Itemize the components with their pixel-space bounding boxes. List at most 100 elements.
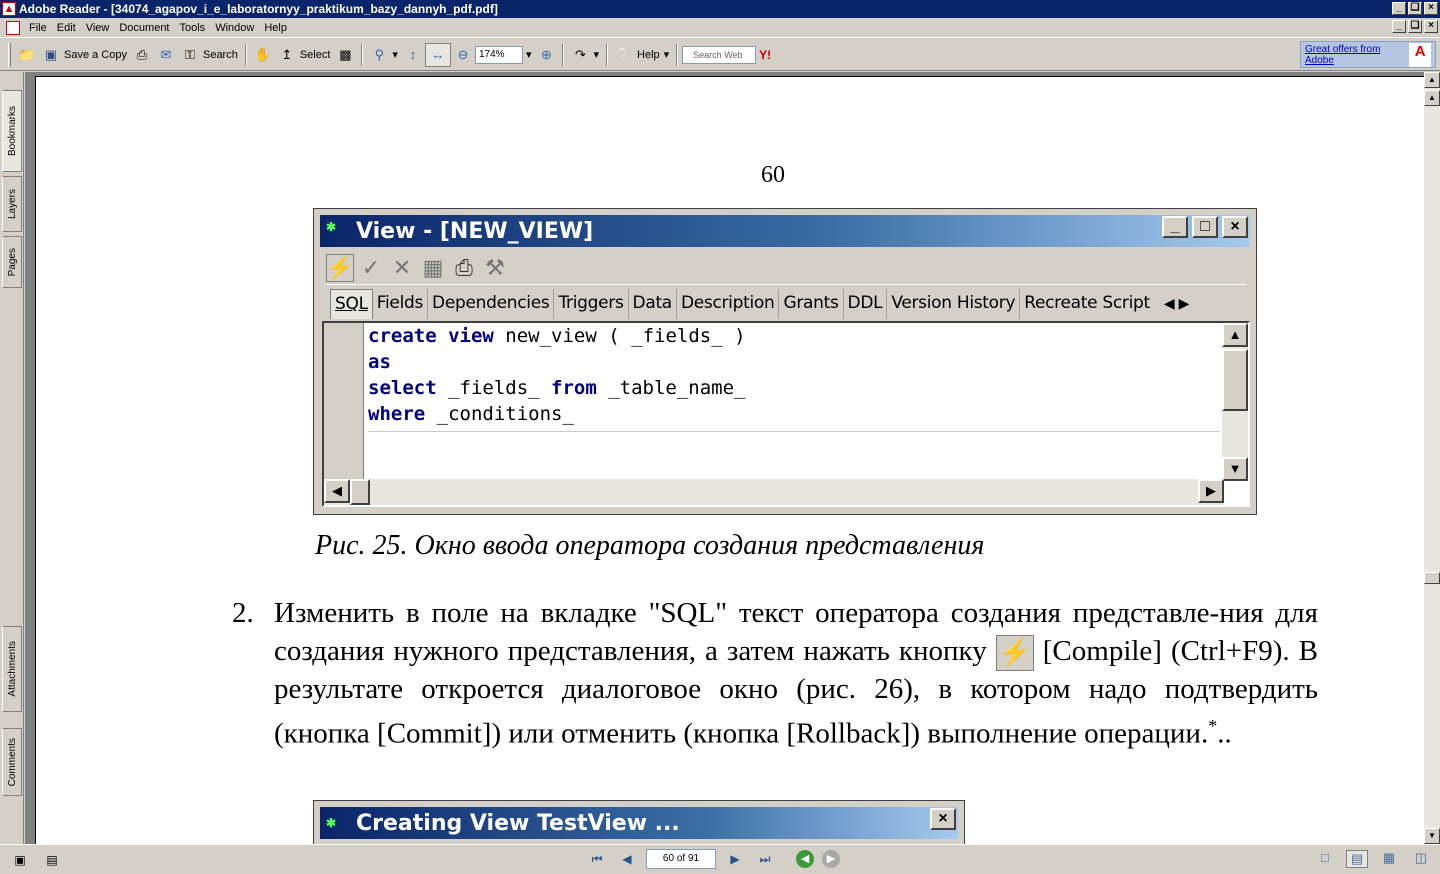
fit-width-button[interactable]: ↔ xyxy=(424,42,451,67)
doc-restore-button[interactable]: ❏ xyxy=(1408,20,1422,33)
next-page-button[interactable]: ▶ xyxy=(724,849,746,869)
ibexpert-icon: ✱ xyxy=(326,220,337,234)
zoom-out-button[interactable]: ⊖ xyxy=(451,43,475,67)
snapshot-button[interactable]: ▩ xyxy=(333,43,357,67)
close-button[interactable]: × xyxy=(1424,2,1438,15)
compile-bolt-icon: ⚡ xyxy=(995,634,1034,671)
figure-dialog-title: View - [NEW_VIEW] xyxy=(356,218,594,244)
scroll-page-up-button[interactable]: ▲ xyxy=(1424,90,1440,106)
go-forward-button[interactable]: ▶ xyxy=(822,850,840,868)
folder-open-icon: 📁 xyxy=(18,46,36,62)
doc-minimize-button[interactable]: _ xyxy=(1392,20,1406,33)
figure-tab-sql: SQL xyxy=(330,289,373,319)
adobe-ad-banner[interactable]: Great offers from Adobe A xyxy=(1300,41,1436,68)
tab-bookmarks-label: Bookmarks xyxy=(6,105,18,156)
figure-view-dialog: ✱ View - [NEW_VIEW] _ □ × ⚡ ✓ ✕ ▦ ⎙ ⚒ SQ… xyxy=(313,208,1257,515)
window-controls: _ ❏ × xyxy=(1392,2,1438,15)
text-cursor-icon: ↥ xyxy=(281,46,293,62)
code-line-3: select _fields_ from _table_name_ xyxy=(368,375,1218,401)
fit-page-button[interactable]: ↕ xyxy=(401,43,425,67)
code-text: _fields_ xyxy=(436,377,552,399)
select-label: Select xyxy=(299,48,331,61)
previous-page-button[interactable]: ◀ xyxy=(616,849,638,869)
floppy-icon: ▣ xyxy=(44,46,58,62)
document-icon[interactable] xyxy=(6,20,20,35)
last-page-button[interactable]: ⏭ xyxy=(754,849,776,869)
code-keyword: where xyxy=(368,403,426,425)
help-button[interactable]: ❔ Help ▾ xyxy=(612,43,672,67)
menu-edit[interactable]: Edit xyxy=(52,22,81,34)
continuous-button[interactable]: ▤ xyxy=(1346,850,1368,868)
scroll-up-button[interactable]: ▲ xyxy=(1424,72,1440,88)
document-vertical-scrollbar[interactable]: ▲ ▲ ▼ xyxy=(1424,72,1440,844)
continuous-facing-button[interactable]: ◫ xyxy=(1410,850,1432,868)
help-icon: ❔ xyxy=(615,46,633,62)
figure-dialog-titlebar: ✱ View - [NEW_VIEW] xyxy=(320,215,1250,247)
code-text: _conditions_ xyxy=(425,403,574,425)
hand-tool-button[interactable]: ✋ xyxy=(251,43,275,67)
restore-button[interactable]: ❏ xyxy=(1408,2,1422,15)
figure-maximize-icon: □ xyxy=(1192,216,1218,238)
page-options-icon[interactable]: ▤ xyxy=(44,852,60,868)
window-title: Adobe Reader - [34074_agapov_i_e_laborat… xyxy=(19,2,498,16)
select-tool-button[interactable]: ↥ Select xyxy=(275,43,334,67)
scroll-down-button[interactable]: ▼ xyxy=(1424,828,1440,844)
toolbar-grip[interactable] xyxy=(8,42,11,67)
code-keyword: from xyxy=(551,377,597,399)
menu-file[interactable]: File xyxy=(24,22,52,34)
first-page-button[interactable]: ⏮ xyxy=(586,849,608,869)
tab-bookmarks[interactable]: Bookmarks xyxy=(2,90,22,172)
menu-view[interactable]: View xyxy=(81,22,115,34)
figure-minimize-icon: _ xyxy=(1162,216,1188,238)
chevron-down-icon: ▾ xyxy=(392,49,398,61)
tab-layers[interactable]: Layers xyxy=(2,176,22,232)
figure2-close-icon: × xyxy=(930,808,956,830)
code-divider xyxy=(368,431,1220,432)
nav-pane-toggle-icon[interactable]: ▣ xyxy=(12,852,28,868)
list-item-number: 2. xyxy=(232,597,254,629)
navigation-pane-tabs: Bookmarks Layers Pages Attachments Comme… xyxy=(0,72,24,844)
email-button[interactable]: ✉ xyxy=(154,43,178,67)
doc-close-button[interactable]: × xyxy=(1424,20,1438,33)
toolbar-separator xyxy=(562,43,565,66)
go-back-button[interactable]: ◀ xyxy=(796,850,814,868)
zoom-in-button[interactable]: ⊕ xyxy=(534,43,558,67)
rotate-page-icon: ↷ xyxy=(575,46,586,62)
zoom-dropdown[interactable]: ▾ xyxy=(523,43,535,67)
menu-tools[interactable]: Tools xyxy=(175,22,211,34)
facing-button[interactable]: ▦ xyxy=(1378,850,1400,868)
ad-link[interactable]: Great offers from Adobe xyxy=(1305,44,1409,66)
tab-attachments-label: Attachments xyxy=(6,641,18,697)
single-page-button[interactable]: □ xyxy=(1314,850,1336,868)
tab-pages[interactable]: Pages xyxy=(2,236,22,288)
rotate-button[interactable]: ↷ ▾ xyxy=(568,43,602,67)
yahoo-button[interactable]: Y! xyxy=(756,43,774,67)
camera-icon: ▩ xyxy=(339,46,352,62)
hammer-icon: ⚒ xyxy=(485,254,505,280)
code-line-2: as xyxy=(368,349,1218,375)
print-button[interactable]: ⎙ xyxy=(130,43,154,67)
zoom-field[interactable]: 174% xyxy=(474,45,523,64)
minimize-button[interactable]: _ xyxy=(1392,2,1406,15)
menu-help[interactable]: Help xyxy=(259,22,292,34)
tab-comments[interactable]: Comments xyxy=(2,728,22,796)
editor-gutter xyxy=(324,323,364,481)
search-web-input[interactable]: Search Web xyxy=(682,45,757,64)
search-button[interactable]: ⚿ Search xyxy=(178,43,241,67)
page-number-field[interactable]: 60 of 91 xyxy=(646,849,716,869)
save-copy-button[interactable]: ▣ Save a Copy xyxy=(39,43,130,67)
figure-tab-grants: Grants xyxy=(779,289,844,319)
printer-icon: ⎙ xyxy=(136,46,148,62)
scroll-thumb[interactable] xyxy=(1424,572,1440,584)
figure-tab-description: Description xyxy=(677,289,780,319)
tab-attachments[interactable]: Attachments xyxy=(2,626,22,712)
grid-icon: ▦ xyxy=(422,254,444,280)
menu-window[interactable]: Window xyxy=(210,22,259,34)
zoom-tool-button[interactable]: ⚲ ▾ xyxy=(367,43,401,67)
tab-comments-label: Comments xyxy=(6,737,18,787)
checkmark-icon: ✓ xyxy=(361,254,381,280)
code-keyword: create xyxy=(368,325,437,347)
menu-document[interactable]: Document xyxy=(114,22,174,34)
title-bar: ▲ Adobe Reader - [34074_agapov_i_e_labor… xyxy=(0,0,1440,18)
open-button[interactable]: 📁 xyxy=(15,43,39,67)
